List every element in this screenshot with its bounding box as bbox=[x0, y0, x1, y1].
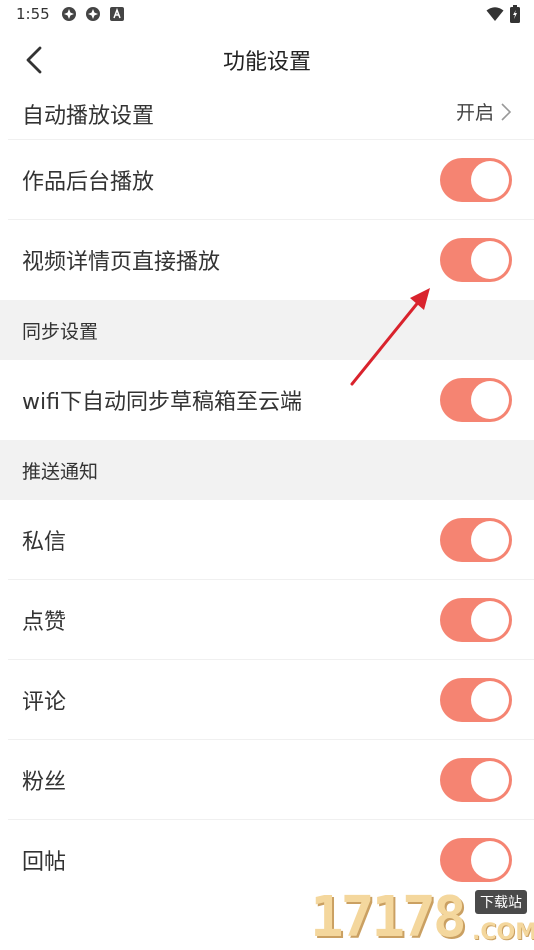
section-header-push: 推送通知 bbox=[0, 440, 534, 500]
a-notification-icon bbox=[108, 5, 126, 23]
row-label: 私信 bbox=[22, 530, 67, 555]
wifi-icon bbox=[486, 6, 504, 26]
watermark-digits: 17178 bbox=[310, 885, 467, 950]
toggle-knob bbox=[471, 521, 509, 559]
row-label: 点赞 bbox=[22, 610, 67, 635]
video-detail-direct-play-toggle[interactable] bbox=[440, 238, 512, 282]
row-label: 视频详情页直接播放 bbox=[22, 250, 221, 275]
fans-toggle[interactable] bbox=[440, 758, 512, 802]
row-label: 粉丝 bbox=[22, 770, 67, 795]
autoplay-setting-row[interactable]: 自动播放设置 开启 bbox=[0, 92, 534, 140]
row-label: 作品后台播放 bbox=[22, 170, 155, 195]
chevron-left-icon bbox=[26, 46, 42, 74]
back-button[interactable] bbox=[18, 44, 50, 76]
header: 功能设置 bbox=[0, 28, 534, 92]
comment-row: 评论 bbox=[0, 660, 534, 740]
toggle-knob bbox=[471, 161, 509, 199]
background-play-row: 作品后台播放 bbox=[0, 140, 534, 220]
toggle-knob bbox=[471, 681, 509, 719]
row-label: wifi下自动同步草稿箱至云端 bbox=[22, 390, 302, 415]
background-play-toggle[interactable] bbox=[440, 158, 512, 202]
fans-row: 粉丝 bbox=[0, 740, 534, 820]
private-message-toggle[interactable] bbox=[440, 518, 512, 562]
row-label: 评论 bbox=[22, 690, 67, 715]
wifi-sync-row: wifi下自动同步草稿箱至云端 bbox=[0, 360, 534, 440]
like-toggle[interactable] bbox=[440, 598, 512, 642]
chevron-right-icon bbox=[501, 102, 512, 121]
row-value: 开启 bbox=[455, 102, 494, 124]
wifi-sync-toggle[interactable] bbox=[440, 378, 512, 422]
app-notification-icon bbox=[60, 5, 78, 23]
toggle-knob bbox=[471, 241, 509, 279]
watermark-tag: 下载站 bbox=[475, 890, 527, 914]
status-time: 1:55 bbox=[16, 5, 50, 23]
toggle-knob bbox=[471, 601, 509, 639]
video-detail-direct-play-row: 视频详情页直接播放 bbox=[0, 220, 534, 300]
row-label: 自动播放设置 bbox=[22, 104, 155, 129]
reply-toggle[interactable] bbox=[440, 838, 512, 882]
toggle-knob bbox=[471, 841, 509, 879]
section-header-sync: 同步设置 bbox=[0, 300, 534, 360]
status-right bbox=[486, 5, 520, 27]
watermark-suffix: .COM bbox=[472, 920, 534, 945]
app-notification-icon-2 bbox=[84, 5, 102, 23]
status-bar: 1:55 bbox=[0, 0, 534, 28]
battery-icon bbox=[510, 5, 520, 27]
toggle-knob bbox=[471, 761, 509, 799]
row-label: 回帖 bbox=[22, 850, 67, 875]
autoplay-value[interactable]: 开启 bbox=[456, 98, 512, 125]
toggle-knob bbox=[471, 381, 509, 419]
page-title: 功能设置 bbox=[222, 50, 311, 75]
like-row: 点赞 bbox=[0, 580, 534, 660]
watermark-logo: 17178 下载站 .COM bbox=[310, 886, 534, 950]
comment-toggle[interactable] bbox=[440, 678, 512, 722]
private-message-row: 私信 bbox=[0, 500, 534, 580]
